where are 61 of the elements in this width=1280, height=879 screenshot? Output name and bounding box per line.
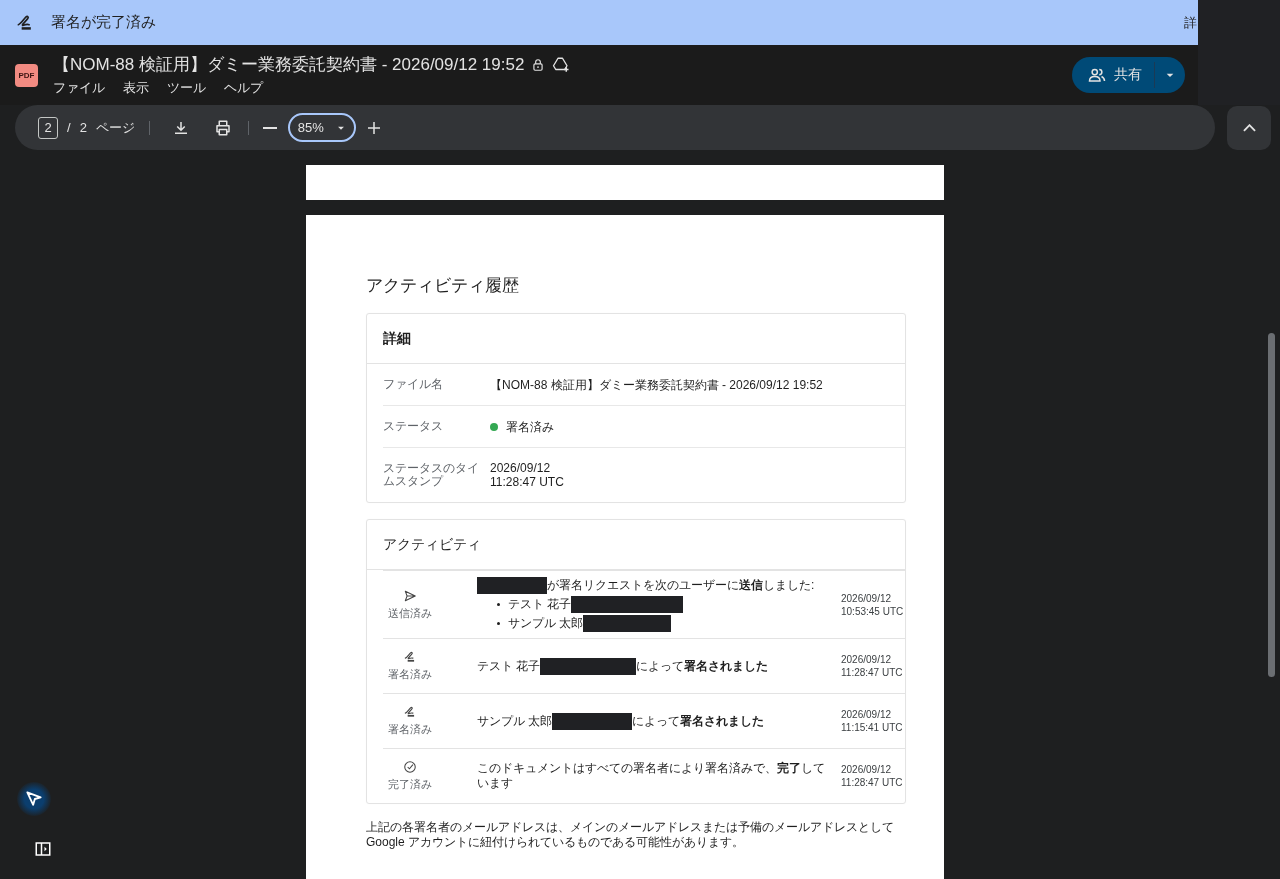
detail-value: 署名済み — [506, 419, 554, 434]
document-title: 【NOM-88 検証用】ダミー業務委託契約書 - 2026/09/12 19:52 — [53, 54, 525, 76]
people-icon — [1088, 66, 1106, 84]
bullet-icon — [497, 622, 500, 625]
page-heading: アクティビティ履歴 — [366, 275, 520, 297]
redaction-bar — [477, 577, 547, 594]
status-label: 署名済み — [388, 667, 432, 682]
message-text: テスト 花子 — [508, 597, 572, 612]
timestamp: 2026/09/12 — [841, 708, 893, 721]
send-icon — [403, 588, 417, 603]
timestamp: 11:28:47 UTC — [841, 776, 903, 789]
signature-icon — [403, 705, 417, 719]
status-label: 署名済み — [388, 722, 432, 737]
message-text: サンプル 太郎 — [508, 616, 584, 631]
menu-item[interactable]: ファイル — [53, 79, 105, 97]
print-icon — [213, 118, 232, 137]
detail-value: 11:28:47 UTC — [490, 475, 564, 489]
page-separator: / — [67, 120, 71, 135]
footnote: 上記の各署名者のメールアドレスは、メインのメールアドレスまたは予備のメールアドレスとして Google アカウントに紐付けられているものである可能性があります。 — [366, 820, 895, 850]
status-label: 完了済み — [388, 777, 432, 792]
detail-label: ステータスのタイムスタンプ — [383, 462, 480, 488]
status-label: 送信済み — [388, 605, 432, 621]
page-total: 2 — [79, 120, 87, 135]
signature-icon — [403, 650, 417, 664]
card-title: アクティビティ — [367, 520, 905, 570]
pdf-icon: PDF — [15, 64, 38, 87]
sidebar-icon — [34, 840, 52, 858]
message-text: サンプル 太郎 — [477, 713, 553, 729]
pointer-icon — [24, 789, 44, 809]
triangle-plus-icon — [552, 55, 571, 74]
detail-value: 2026/09/12 — [490, 461, 551, 475]
banner-title: 署名が完了済み — [51, 13, 156, 32]
details-link[interactable]: 詳 — [1184, 14, 1197, 32]
pointer-button[interactable] — [17, 782, 51, 816]
bullet-icon — [497, 603, 500, 606]
message-text: が署名リクエストを次のユーザーに送信しました: — [547, 578, 815, 593]
detail-value: 【NOM-88 検証用】ダミー業務委託契約書 - 2026/09/12 19:52 — [490, 377, 823, 392]
timestamp: 11:15:41 UTC — [841, 721, 903, 734]
detail-label: ステータス — [383, 420, 444, 433]
timestamp: 2026/09/12 — [841, 591, 893, 605]
menu-item[interactable]: ツール — [167, 79, 206, 97]
timestamp: 2026/09/12 — [841, 763, 893, 776]
minus-icon — [262, 126, 277, 129]
share-button[interactable]: 共有 — [1072, 57, 1154, 93]
detail-label: ファイル名 — [383, 378, 444, 391]
message-text: によって署名されました — [632, 713, 765, 729]
timestamp: 11:28:47 UTC — [841, 666, 903, 679]
check-circle-icon — [403, 760, 417, 774]
timestamp: 2026/09/12 — [841, 653, 893, 666]
page-number-field[interactable]: 2 — [38, 116, 58, 139]
menu-item[interactable]: 表示 — [123, 79, 149, 97]
scrollbar[interactable] — [1268, 333, 1275, 677]
chevron-up-icon — [1242, 123, 1256, 132]
menu-item[interactable]: ヘルプ — [224, 79, 263, 97]
page-unit: ページ — [95, 118, 135, 137]
zoom-field[interactable]: 85% — [287, 113, 356, 142]
timestamp: 10:53:45 UTC — [841, 604, 904, 618]
message-text: によって署名されました — [636, 658, 769, 674]
message-text: テスト 花子 — [477, 658, 541, 674]
message-text: このドキュメントはすべての署名者により署名済みで、完了しています — [477, 761, 826, 791]
card-title: 詳細 — [367, 314, 905, 364]
